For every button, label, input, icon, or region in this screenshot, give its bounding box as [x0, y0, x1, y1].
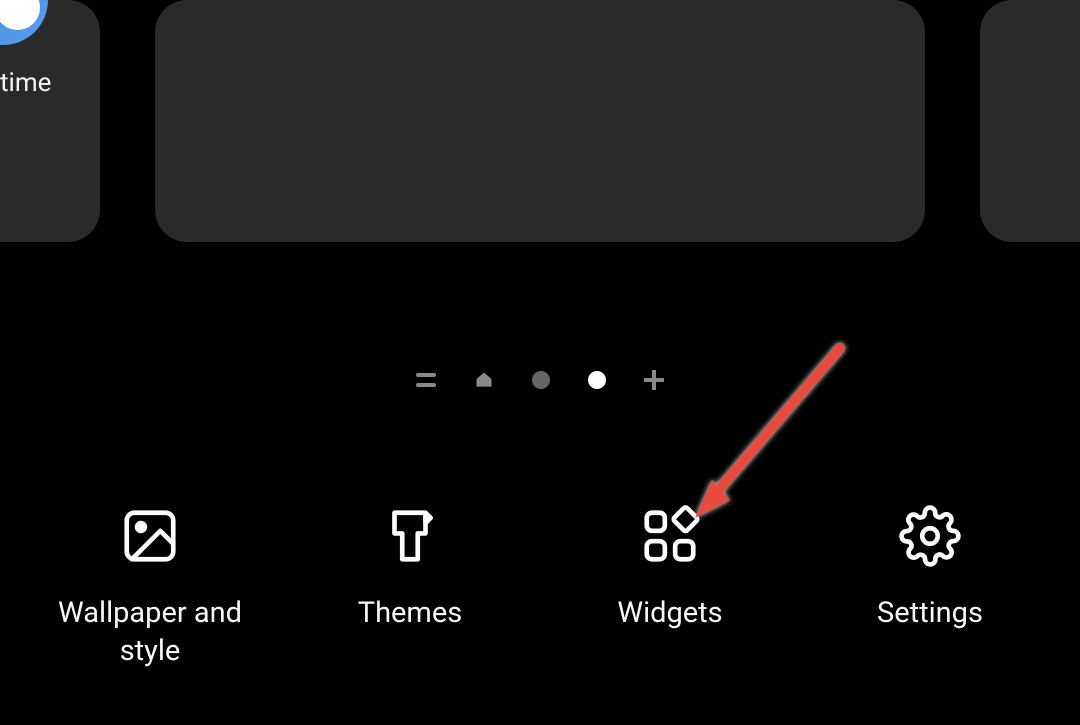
- home-page-indicator[interactable]: [474, 370, 494, 390]
- add-page-button[interactable]: [644, 370, 664, 390]
- settings-button[interactable]: Settings: [805, 505, 1055, 633]
- themes-button[interactable]: Themes: [285, 505, 535, 633]
- widgets-label: Widgets: [617, 595, 722, 633]
- home-pages-carousel[interactable]: time: [0, 0, 1080, 242]
- drawer-indicator[interactable]: [416, 373, 436, 387]
- home-icon: [474, 370, 494, 390]
- settings-label: Settings: [877, 595, 983, 633]
- hamburger-icon: [416, 373, 436, 387]
- wallpaper-style-button[interactable]: Wallpaper and style: [25, 505, 275, 670]
- settings-icon: [899, 505, 961, 567]
- app-label: time: [0, 68, 51, 98]
- app-icon-partial: [0, 0, 48, 45]
- themes-icon: [379, 505, 441, 567]
- widgets-button[interactable]: Widgets: [545, 505, 795, 633]
- dot-active-icon: [588, 371, 606, 389]
- page-preview-right[interactable]: [980, 0, 1080, 242]
- plus-icon: [644, 370, 664, 390]
- page-dot-1[interactable]: [532, 371, 550, 389]
- page-dot-2[interactable]: [588, 371, 606, 389]
- page-preview-left[interactable]: time: [0, 0, 100, 242]
- widgets-icon: [639, 505, 701, 567]
- wallpaper-icon: [119, 505, 181, 567]
- page-indicators: [0, 370, 1080, 390]
- wallpaper-label: Wallpaper and style: [25, 595, 275, 670]
- home-editor-menu: Wallpaper and style Themes Widgets: [0, 505, 1080, 670]
- dot-inactive-icon: [532, 371, 550, 389]
- page-preview-center[interactable]: [155, 0, 925, 242]
- themes-label: Themes: [358, 595, 462, 633]
